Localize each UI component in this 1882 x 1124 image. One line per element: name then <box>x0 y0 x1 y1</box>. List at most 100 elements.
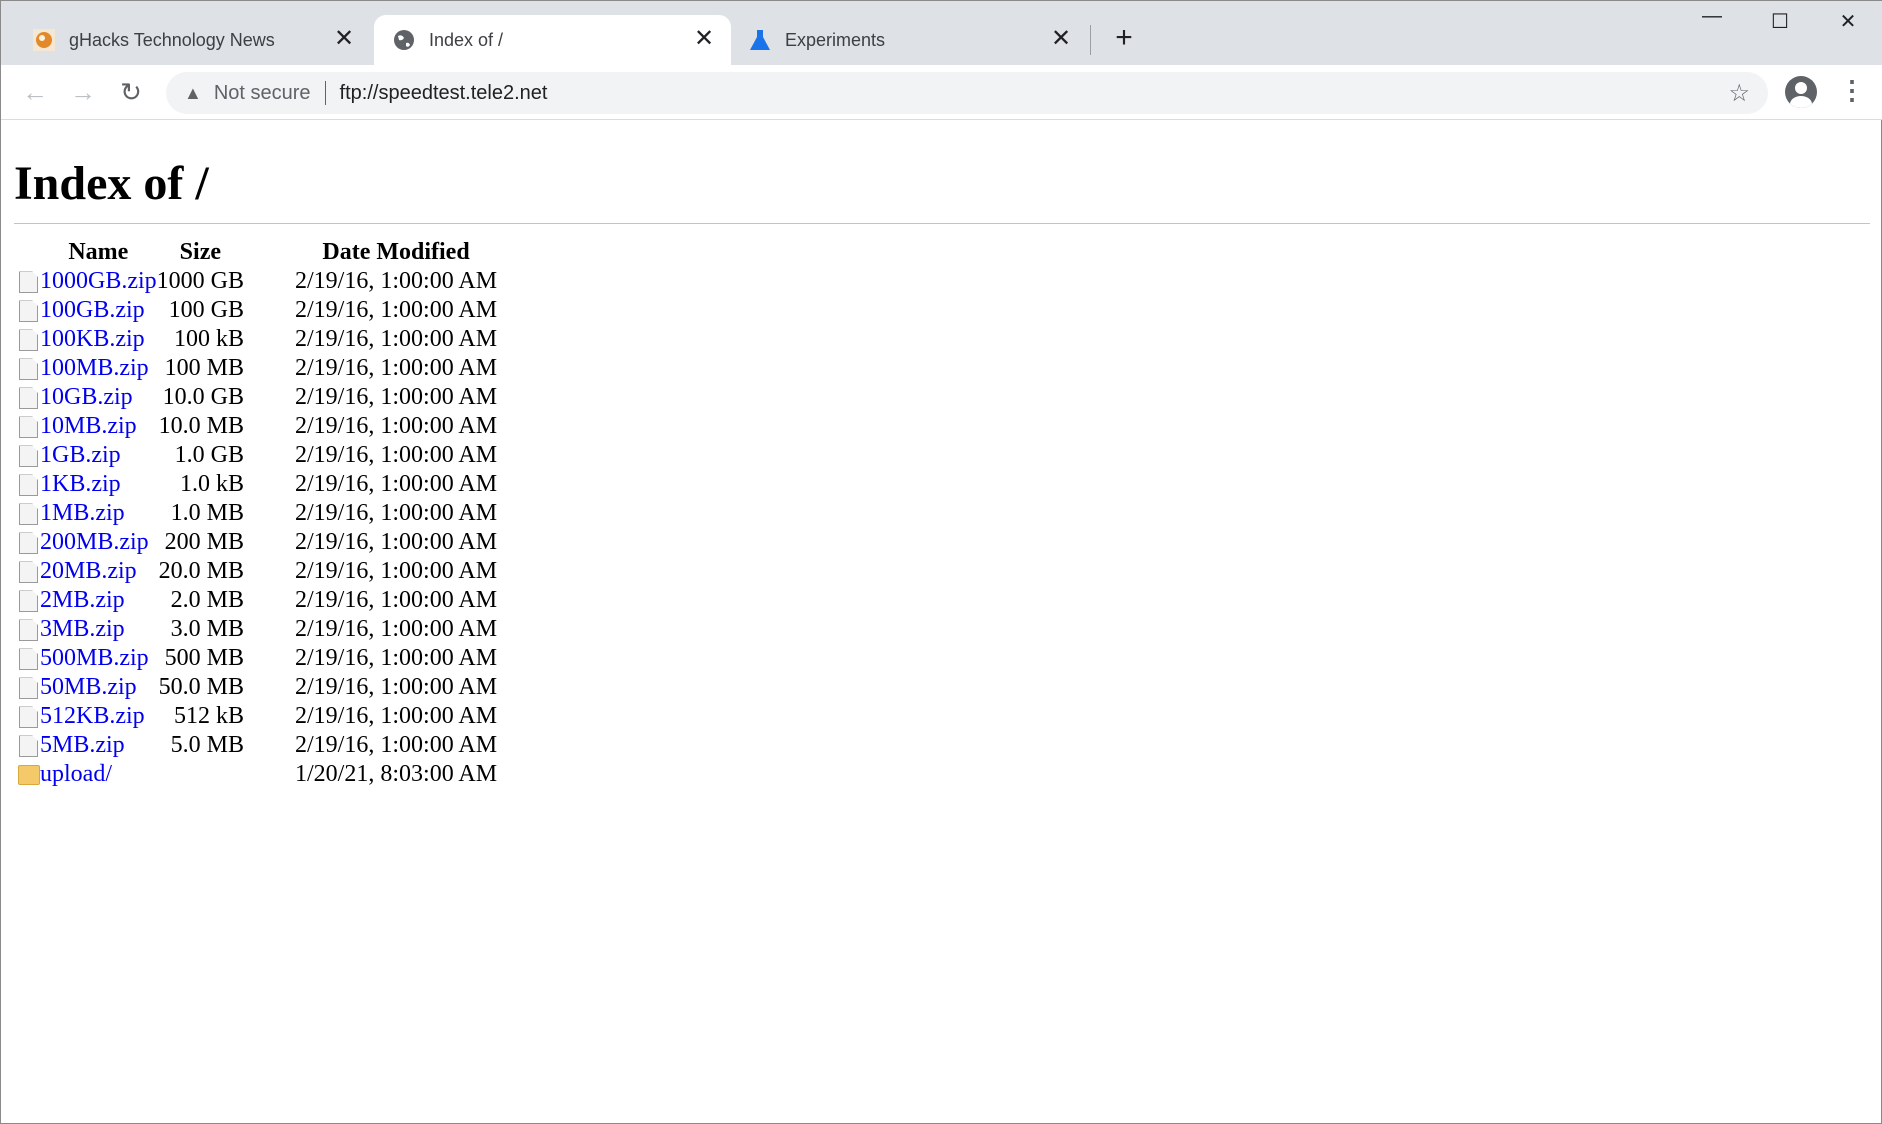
tab-strip: gHacks Technology News ✕ Index of / ✕ Ex… <box>1 1 1882 65</box>
table-row: 20MB.zip 20.0 MB 2/19/16, 1:00:00 AM <box>14 557 497 586</box>
profile-avatar-icon[interactable] <box>1785 76 1817 108</box>
file-date: 2/19/16, 1:00:00 AM <box>295 500 498 526</box>
file-link[interactable]: 10MB.zip <box>40 413 137 439</box>
url-text[interactable]: ftp://speedtest.tele2.net <box>340 82 548 105</box>
file-size: 10.0 GB <box>162 384 245 410</box>
table-row: 3MB.zip 3.0 MB 2/19/16, 1:00:00 AM <box>14 615 497 644</box>
flask-icon <box>749 29 771 51</box>
file-link[interactable]: 5MB.zip <box>40 732 125 758</box>
table-row: 512KB.zip 512 kB 2/19/16, 1:00:00 AM <box>14 702 497 731</box>
file-link[interactable]: 3MB.zip <box>40 616 125 642</box>
back-button[interactable]: ← <box>18 77 52 108</box>
file-size: 200 MB <box>164 529 245 555</box>
file-icon <box>19 561 38 584</box>
file-link[interactable]: 20MB.zip <box>40 558 137 584</box>
file-date: 2/19/16, 1:00:00 AM <box>295 645 498 671</box>
file-link[interactable]: 1KB.zip <box>40 471 121 497</box>
forward-button[interactable]: → <box>66 77 100 108</box>
ghacks-favicon <box>33 29 55 51</box>
file-icon <box>19 474 38 497</box>
file-link[interactable]: 100GB.zip <box>40 297 145 323</box>
file-icon <box>19 590 38 613</box>
menu-kebab-icon[interactable]: ⋮ <box>1839 75 1865 106</box>
file-link[interactable]: 10GB.zip <box>40 384 133 410</box>
file-date: 2/19/16, 1:00:00 AM <box>295 413 498 439</box>
column-header-date[interactable]: Date Modified <box>244 238 497 267</box>
table-row: 50MB.zip 50.0 MB 2/19/16, 1:00:00 AM <box>14 673 497 702</box>
file-link[interactable]: 2MB.zip <box>40 587 125 613</box>
file-icon <box>19 271 38 294</box>
page-content: Index of / Name Size Date Modified 1000G… <box>14 120 1870 787</box>
table-row: 100KB.zip 100 kB 2/19/16, 1:00:00 AM <box>14 325 497 354</box>
column-header-size[interactable]: Size <box>157 238 244 267</box>
file-size: 100 kB <box>174 326 245 352</box>
file-icon <box>19 329 38 352</box>
tab-experiments[interactable]: Experiments ✕ <box>731 15 1088 65</box>
file-date: 2/19/16, 1:00:00 AM <box>295 471 498 497</box>
file-date: 2/19/16, 1:00:00 AM <box>295 616 498 642</box>
file-date: 2/19/16, 1:00:00 AM <box>295 587 498 613</box>
file-date: 2/19/16, 1:00:00 AM <box>295 268 498 294</box>
file-link[interactable]: 1000GB.zip <box>40 268 157 294</box>
file-size: 2.0 MB <box>170 587 245 613</box>
divider <box>324 81 326 105</box>
file-size: 20.0 MB <box>158 558 245 584</box>
file-date: 2/19/16, 1:00:00 AM <box>295 384 498 410</box>
file-icon <box>19 735 38 758</box>
file-date: 2/19/16, 1:00:00 AM <box>295 442 498 468</box>
toolbar: ← → ↻ ▲ Not secure ftp://speedtest.tele2… <box>1 65 1882 120</box>
globe-icon <box>393 29 415 51</box>
file-size: 100 GB <box>168 297 245 323</box>
file-link[interactable]: 500MB.zip <box>40 645 149 671</box>
file-link[interactable]: 1MB.zip <box>40 500 125 526</box>
close-tab-icon[interactable]: ✕ <box>331 26 357 52</box>
file-date: 2/19/16, 1:00:00 AM <box>295 297 498 323</box>
file-size <box>157 760 244 789</box>
file-size: 1.0 MB <box>170 500 245 526</box>
file-link[interactable]: 512KB.zip <box>40 703 145 729</box>
file-icon <box>19 358 38 381</box>
file-size: 50.0 MB <box>158 674 245 700</box>
file-icon <box>19 503 38 526</box>
minimize-button[interactable]: — <box>1687 5 1737 28</box>
file-size: 10.0 MB <box>158 413 245 439</box>
file-icon <box>19 619 38 642</box>
file-date: 2/19/16, 1:00:00 AM <box>295 558 498 584</box>
table-row: 100MB.zip 100 MB 2/19/16, 1:00:00 AM <box>14 354 497 383</box>
table-row: 200MB.zip 200 MB 2/19/16, 1:00:00 AM <box>14 528 497 557</box>
file-icon <box>19 532 38 555</box>
address-bar[interactable]: ▲ Not secure ftp://speedtest.tele2.net ☆ <box>166 72 1768 114</box>
file-size: 100 MB <box>164 355 245 381</box>
file-size: 1.0 kB <box>180 471 245 497</box>
table-row: upload/ 1/20/21, 8:03:00 AM <box>14 760 497 789</box>
close-tab-icon[interactable]: ✕ <box>1048 26 1074 52</box>
table-row: 10MB.zip 10.0 MB 2/19/16, 1:00:00 AM <box>14 412 497 441</box>
column-header-name[interactable]: Name <box>40 238 157 267</box>
tab-index[interactable]: Index of / ✕ <box>374 15 731 65</box>
file-link[interactable]: 1GB.zip <box>40 442 121 468</box>
file-icon <box>19 300 38 323</box>
close-window-button[interactable]: ✕ <box>1823 9 1873 34</box>
security-label[interactable]: Not secure <box>214 82 311 105</box>
tab-ghacks[interactable]: gHacks Technology News ✕ <box>1 15 371 65</box>
file-size: 3.0 MB <box>170 616 245 642</box>
reload-button[interactable]: ↻ <box>114 77 148 108</box>
bookmark-star-icon[interactable]: ☆ <box>1728 79 1750 108</box>
file-link[interactable]: 200MB.zip <box>40 529 149 555</box>
table-row: 500MB.zip 500 MB 2/19/16, 1:00:00 AM <box>14 644 497 673</box>
file-size: 1.0 GB <box>174 442 245 468</box>
file-link[interactable]: 50MB.zip <box>40 674 137 700</box>
tab-title: Experiments <box>785 29 886 50</box>
table-row: 100GB.zip 100 GB 2/19/16, 1:00:00 AM <box>14 296 497 325</box>
table-row: 10GB.zip 10.0 GB 2/19/16, 1:00:00 AM <box>14 383 497 412</box>
table-header: Name Size Date Modified <box>14 238 497 267</box>
close-tab-icon[interactable]: ✕ <box>691 26 717 52</box>
file-icon <box>19 648 38 671</box>
file-link[interactable]: 100MB.zip <box>40 355 149 381</box>
file-link[interactable]: 100KB.zip <box>40 326 145 352</box>
file-link[interactable]: upload/ <box>40 761 112 787</box>
file-size: 1000 GB <box>156 268 245 294</box>
table-row: 2MB.zip 2.0 MB 2/19/16, 1:00:00 AM <box>14 586 497 615</box>
maximize-button[interactable]: ☐ <box>1755 9 1805 34</box>
new-tab-button[interactable]: + <box>1108 21 1140 55</box>
